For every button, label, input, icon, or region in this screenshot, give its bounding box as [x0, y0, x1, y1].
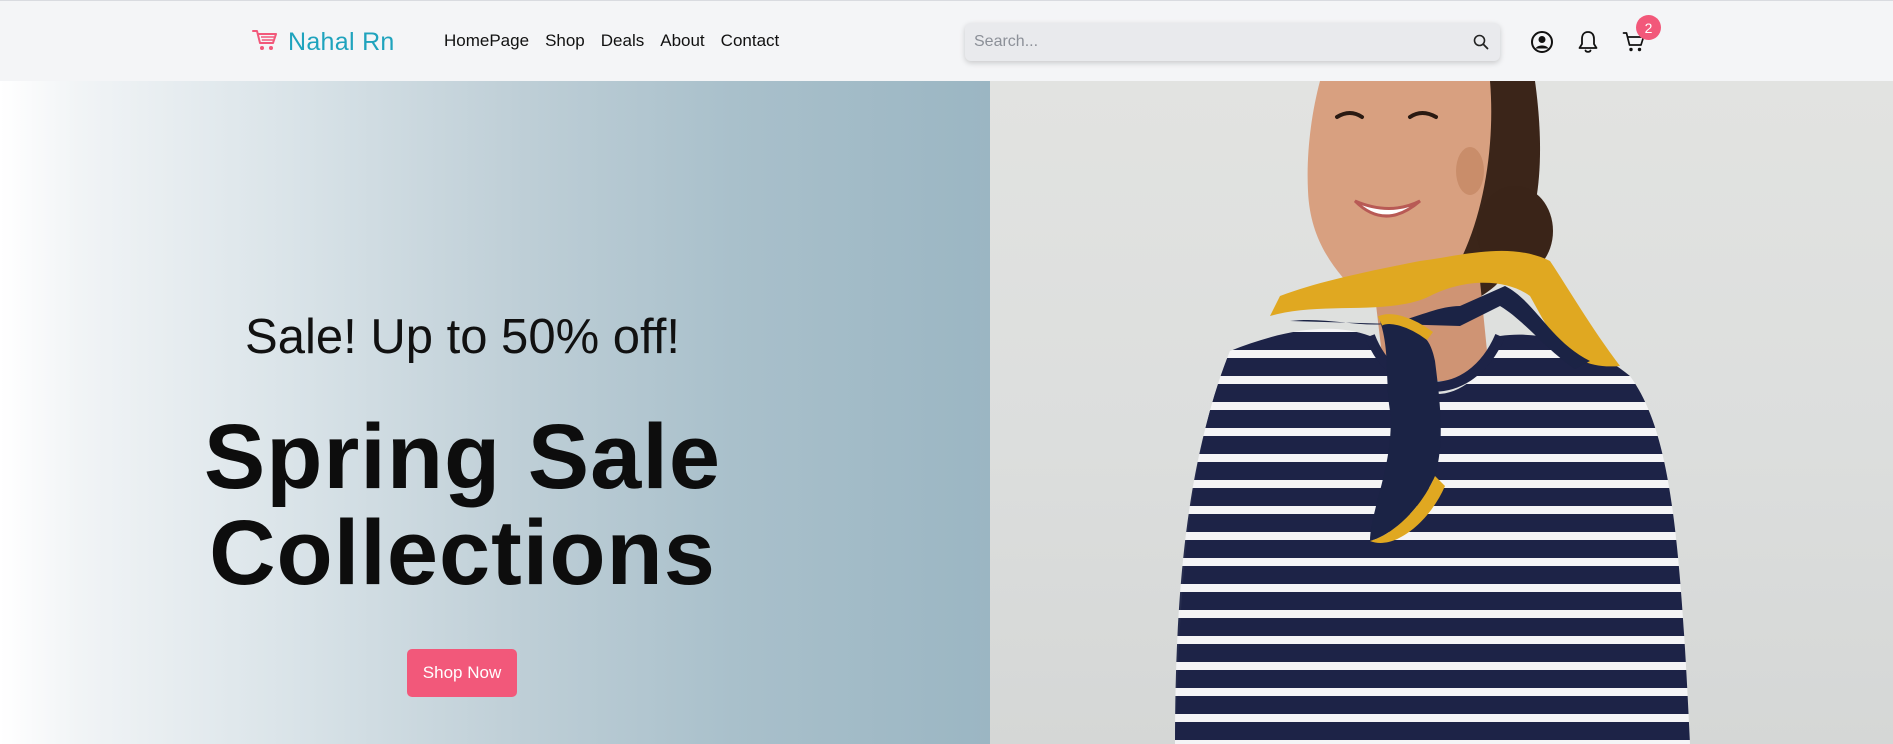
- nav-item-about[interactable]: About: [660, 31, 704, 51]
- bell-icon[interactable]: [1574, 28, 1602, 56]
- shop-now-button[interactable]: Shop Now: [407, 649, 517, 697]
- hero-title-line1: Spring Sale: [203, 406, 722, 508]
- brand-logo[interactable]: Nahal Rn: [252, 25, 395, 59]
- cart-logo-icon: [252, 28, 278, 57]
- search-bar: [965, 23, 1500, 61]
- sale-text: Sale! Up to 50% off!: [245, 310, 680, 364]
- hero-title: Spring Sale Collections: [0, 409, 925, 601]
- search-icon[interactable]: [1462, 23, 1500, 61]
- nav-item-homepage[interactable]: HomePage: [444, 31, 529, 51]
- nav-item-contact[interactable]: Contact: [721, 31, 780, 51]
- hero-title-line2: Collections: [209, 502, 716, 604]
- hero-model-image: [990, 81, 1893, 744]
- main-nav: HomePage Shop Deals About Contact: [444, 31, 779, 51]
- user-circle-icon[interactable]: [1528, 28, 1556, 56]
- hero-banner: Sale! Up to 50% off! Spring Sale Collect…: [0, 81, 1893, 744]
- top-header: Nahal Rn HomePage Shop Deals About Conta…: [0, 0, 1893, 81]
- brand-name: Nahal Rn: [288, 27, 395, 56]
- search-input[interactable]: [965, 23, 1462, 61]
- nav-item-shop[interactable]: Shop: [545, 31, 585, 51]
- model-illustration: [1175, 81, 1690, 744]
- cart-count-badge: 2: [1636, 15, 1661, 40]
- nav-item-deals[interactable]: Deals: [601, 31, 644, 51]
- hero-text-panel: Sale! Up to 50% off! Spring Sale Collect…: [0, 81, 990, 744]
